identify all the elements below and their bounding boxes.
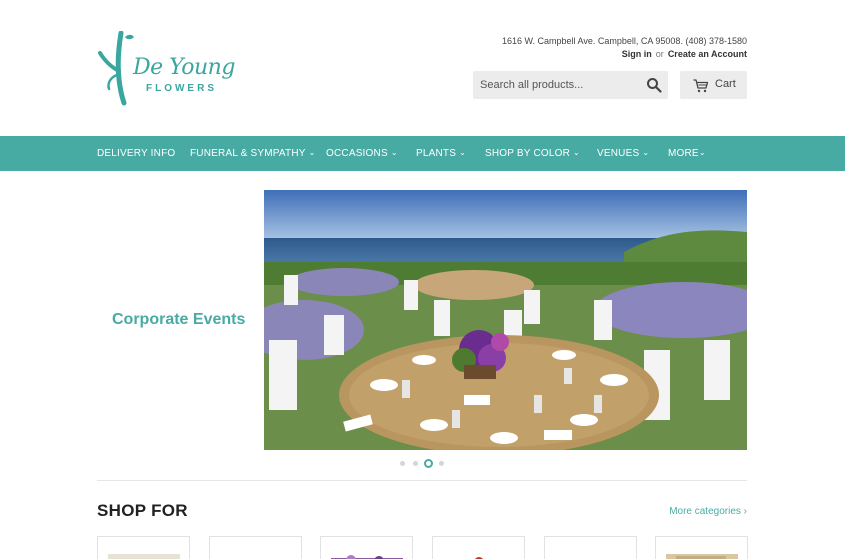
logo-subtitle: FLOWERS bbox=[146, 83, 217, 94]
category-card[interactable] bbox=[320, 536, 413, 559]
cart-button[interactable]: Cart bbox=[680, 71, 747, 99]
chevron-down-icon: ⌄ bbox=[698, 148, 706, 157]
chevron-down-icon: ⌄ bbox=[573, 148, 580, 157]
slide-dot-4[interactable] bbox=[439, 461, 444, 466]
sign-in-link[interactable]: Sign in bbox=[622, 49, 652, 59]
nav-item-label: PLANTS bbox=[416, 148, 457, 159]
hero-slide-image[interactable] bbox=[264, 190, 747, 450]
category-card[interactable] bbox=[655, 536, 748, 559]
create-account-link[interactable]: Create an Account bbox=[668, 49, 747, 59]
section-title: SHOP FOR bbox=[97, 501, 188, 520]
nav-item-label: OCCASIONS bbox=[326, 148, 388, 159]
cart-label: Cart bbox=[715, 78, 736, 90]
category-thumbnail bbox=[475, 557, 483, 559]
nav-item-label: SHOP BY COLOR bbox=[485, 148, 571, 159]
nav-item-more[interactable]: MORE⌄ bbox=[668, 136, 706, 171]
cart-icon bbox=[693, 79, 709, 93]
slide-dot-1[interactable] bbox=[400, 461, 405, 466]
chevron-down-icon: ⌄ bbox=[459, 148, 467, 157]
nav-item-shop-by-color[interactable]: SHOP BY COLOR ⌄ bbox=[485, 136, 580, 171]
nav-item-label: VENUES bbox=[597, 148, 640, 159]
category-card[interactable] bbox=[97, 536, 190, 559]
chevron-down-icon: ⌄ bbox=[642, 148, 650, 157]
or-separator: or bbox=[655, 49, 664, 59]
event-photo bbox=[264, 190, 747, 450]
search-bar bbox=[473, 71, 668, 99]
logo[interactable]: De Young FLOWERS bbox=[97, 31, 235, 109]
nav-item-funeral-sympathy[interactable]: FUNERAL & SYMPATHY ⌄ bbox=[190, 136, 316, 171]
category-thumbnail bbox=[108, 554, 180, 559]
nav-item-label: DELIVERY INFO bbox=[97, 148, 176, 159]
account-links: Sign in or Create an Account bbox=[622, 49, 747, 59]
category-thumbnail bbox=[220, 554, 292, 559]
section-divider bbox=[97, 480, 747, 481]
slide-dot-3[interactable] bbox=[424, 459, 433, 468]
slider-pagination bbox=[398, 459, 458, 469]
nav-item-label: FUNERAL & SYMPATHY bbox=[190, 148, 306, 159]
flower-logo-icon bbox=[98, 31, 134, 106]
chevron-down-icon: ⌄ bbox=[390, 148, 398, 157]
hero-caption: Corporate Events bbox=[112, 311, 246, 328]
nav-item-plants[interactable]: PLANTS ⌄ bbox=[416, 136, 466, 171]
category-thumbnail bbox=[666, 554, 738, 559]
main-nav: DELIVERY INFO FUNERAL & SYMPATHY ⌄ OCCASI… bbox=[0, 136, 845, 171]
chevron-down-icon: ⌄ bbox=[308, 148, 316, 157]
category-thumbnail bbox=[331, 555, 403, 559]
store-address: 1616 W. Campbell Ave. Campbell, CA 95008… bbox=[502, 36, 747, 46]
nav-item-occasions[interactable]: OCCASIONS ⌄ bbox=[326, 136, 398, 171]
category-card[interactable] bbox=[544, 536, 637, 559]
nav-item-label: MORE bbox=[668, 148, 699, 159]
nav-item-venues[interactable]: VENUES ⌄ bbox=[597, 136, 649, 171]
slide-dot-2[interactable] bbox=[413, 461, 418, 466]
category-card[interactable] bbox=[209, 536, 302, 559]
search-icon[interactable] bbox=[646, 77, 662, 93]
more-categories-link[interactable]: More categories › bbox=[669, 506, 747, 517]
search-input[interactable] bbox=[473, 71, 638, 99]
nav-item-delivery-info[interactable]: DELIVERY INFO bbox=[97, 136, 175, 171]
logo-wordmark: De Young bbox=[133, 55, 235, 80]
category-thumbnail bbox=[555, 554, 627, 559]
category-card[interactable] bbox=[432, 536, 525, 559]
site-header: De Young FLOWERS 1616 W. Campbell Ave. C… bbox=[0, 0, 845, 136]
